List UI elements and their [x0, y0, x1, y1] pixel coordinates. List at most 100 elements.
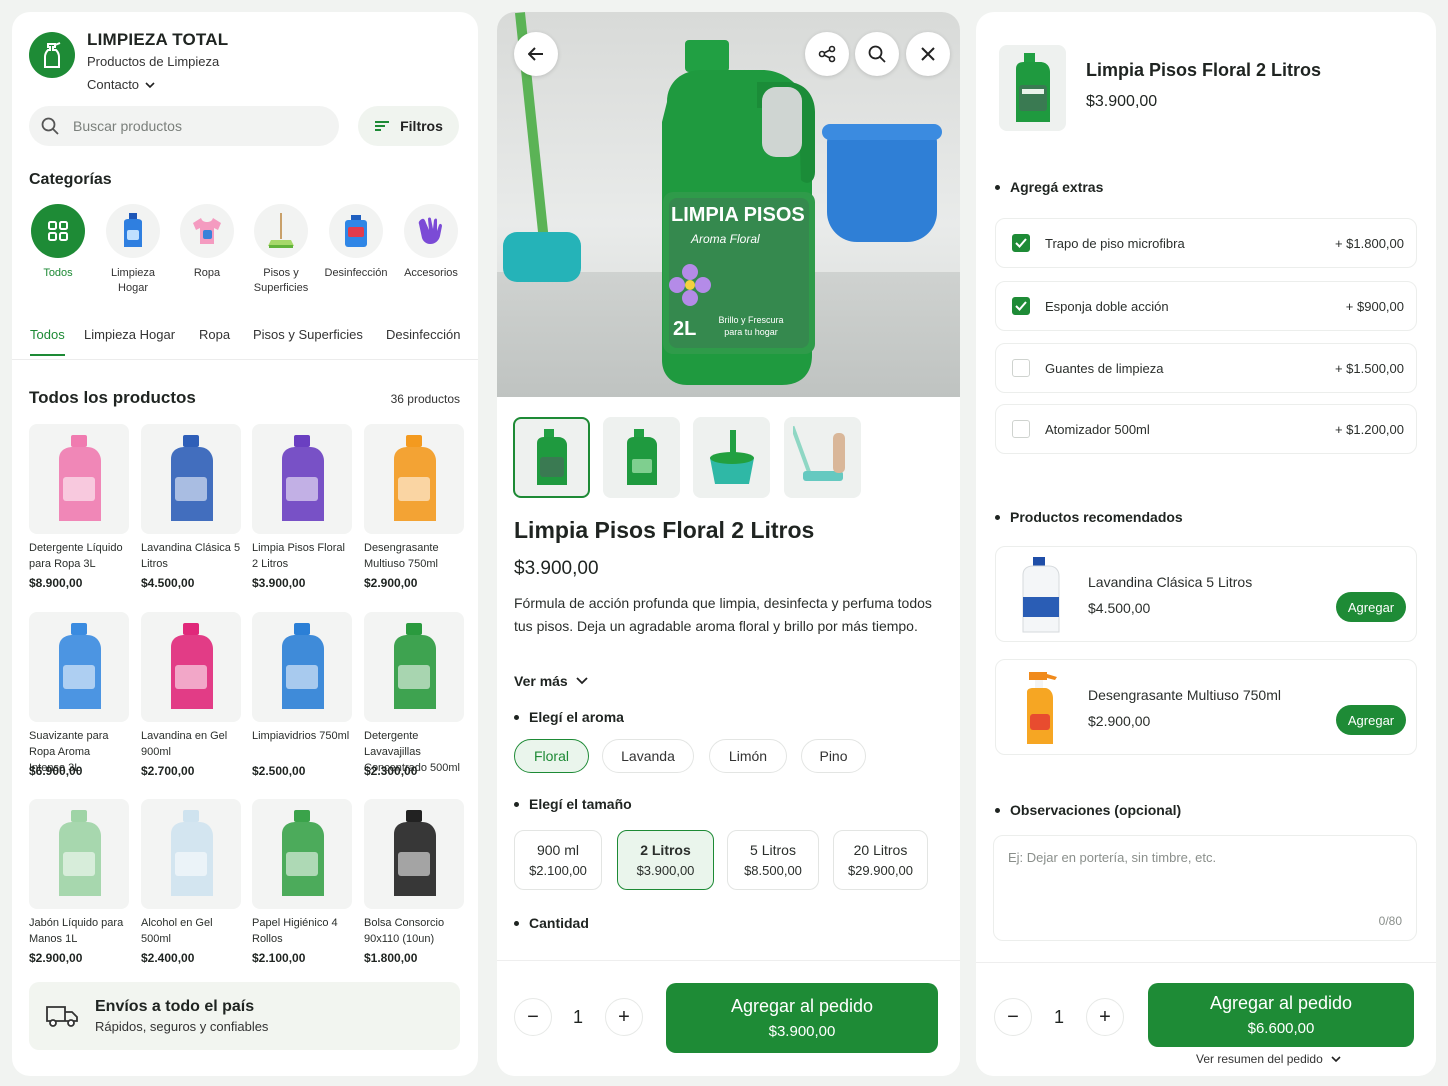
aroma-option-limon[interactable]: Limón — [709, 739, 787, 773]
tab-todos[interactable]: Todos — [30, 327, 65, 356]
search-bar[interactable] — [29, 106, 339, 146]
product-name: Detergente Lavavajillas Concentrado 500m… — [364, 730, 461, 774]
chevron-down-icon — [1331, 1056, 1341, 1062]
category-accesorios[interactable]: Accesorios — [395, 204, 467, 281]
product-name: Bolsa Consorcio 90x110 (10un) — [364, 917, 445, 945]
summary-quantity-decrease-button[interactable]: − — [994, 998, 1032, 1036]
tab-limpieza-hogar[interactable]: Limpieza Hogar — [84, 327, 175, 354]
close-button[interactable] — [906, 32, 950, 76]
thumbnail-1[interactable] — [513, 417, 590, 498]
jug-label-sub: Aroma Floral — [691, 232, 760, 246]
category-desinfeccion[interactable]: Desinfección — [320, 204, 392, 281]
size-label: 2 Litros — [640, 842, 691, 858]
bucket-image — [827, 132, 937, 242]
filters-button[interactable]: Filtros — [358, 106, 459, 146]
thumbnail-4[interactable] — [784, 417, 861, 498]
product-name: Suavizante para Ropa Aroma Intenso 3L — [29, 730, 109, 774]
aroma-option-lavanda[interactable]: Lavanda — [602, 739, 694, 773]
store-name: LIMPIEZA TOTAL — [87, 30, 229, 49]
product-card[interactable]: Limpia Pisos Floral 2 Litros $3.900,00 — [252, 424, 352, 590]
notes-textarea[interactable] — [1008, 850, 1398, 910]
product-card[interactable]: Limpiavidrios 750ml $2.500,00 — [252, 612, 352, 778]
add-to-order-price: $3.900,00 — [768, 1023, 836, 1040]
product-card[interactable]: Jabón Líquido para Manos 1L $2.900,00 — [29, 799, 129, 965]
notes-section-title: Observaciones (opcional) — [995, 802, 1181, 818]
aroma-option-pino[interactable]: Pino — [801, 739, 866, 773]
mop-thumbnail-icon — [792, 425, 845, 481]
product-card[interactable]: Papel Higiénico 4 Rollos $2.100,00 — [252, 799, 352, 965]
extra-name: Esponja doble acción — [1045, 298, 1169, 314]
recommended-name: Lavandina Clásica 5 Litros — [1088, 574, 1253, 590]
disinfectant-icon — [329, 204, 383, 258]
shipping-subtitle: Rápidos, seguros y confiables — [95, 1019, 269, 1034]
product-price: $2.100,00 — [252, 951, 306, 965]
checkbox-checked[interactable] — [1012, 234, 1030, 252]
product-name: Lavandina en Gel 900ml — [141, 730, 228, 758]
close-icon — [921, 47, 935, 61]
contact-dropdown[interactable]: Contacto — [87, 77, 155, 92]
store-logo — [29, 32, 75, 78]
add-recommended-button[interactable]: Agregar — [1336, 592, 1406, 622]
add-to-order-button[interactable]: Agregar al pedido $3.900,00 — [666, 983, 938, 1053]
chevron-down-icon — [576, 677, 588, 685]
checkbox-checked[interactable] — [1012, 297, 1030, 315]
product-name: Desengrasante Multiuso 750ml — [364, 542, 439, 570]
category-ropa[interactable]: Ropa — [171, 204, 243, 281]
notes-field[interactable]: 0/80 — [993, 835, 1417, 941]
search-input[interactable] — [73, 118, 313, 134]
size-price: $8.500,00 — [744, 863, 802, 878]
product-hero-image: LIMPIA PISOS Aroma Floral 2L Brillo y Fr… — [497, 12, 960, 397]
extra-option-atomizador[interactable]: Atomizador 500ml + $1.200,00 — [995, 404, 1417, 454]
thumbnail-2[interactable] — [603, 417, 680, 498]
thumbnail-3[interactable] — [693, 417, 770, 498]
product-card[interactable]: Detergente Lavavajillas Concentrado 500m… — [364, 612, 464, 778]
category-todos[interactable]: Todos — [22, 204, 94, 281]
size-option-20l[interactable]: 20 Litros $29.900,00 — [833, 830, 928, 890]
add-recommended-button[interactable]: Agregar — [1336, 705, 1406, 735]
share-button[interactable] — [805, 32, 849, 76]
see-more-link[interactable]: Ver más — [514, 673, 588, 689]
category-label: Limpieza Hogar — [110, 267, 156, 294]
aroma-option-floral[interactable]: Floral — [514, 739, 589, 773]
quantity-increase-button[interactable]: + — [605, 998, 643, 1036]
product-card[interactable]: Lavandina Clásica 5 Litros $4.500,00 — [141, 424, 241, 590]
tab-desinfeccion[interactable]: Desinfección — [386, 327, 460, 354]
size-option-900ml[interactable]: 900 ml $2.100,00 — [514, 830, 602, 890]
zoom-button[interactable] — [855, 32, 899, 76]
extra-option-trapo[interactable]: Trapo de piso microfibra + $1.800,00 — [995, 218, 1417, 268]
checkbox-unchecked[interactable] — [1012, 359, 1030, 377]
product-image — [141, 612, 241, 722]
product-card[interactable]: Detergente Líquido para Ropa 3L $8.900,00 — [29, 424, 129, 590]
shipping-title: Envíos a todo el país — [95, 998, 255, 1015]
product-card[interactable]: Alcohol en Gel 500ml $2.400,00 — [141, 799, 241, 965]
back-button[interactable] — [514, 32, 558, 76]
extra-price: + $900,00 — [1345, 298, 1404, 314]
order-summary-link[interactable]: Ver resumen del pedido — [1196, 1052, 1341, 1066]
extras-section-title: Agregá extras — [995, 179, 1103, 195]
recommended-price: $4.500,00 — [1088, 600, 1151, 616]
extra-option-esponja[interactable]: Esponja doble acción + $900,00 — [995, 281, 1417, 331]
extra-option-guantes[interactable]: Guantes de limpieza + $1.500,00 — [995, 343, 1417, 393]
product-price: $4.500,00 — [141, 576, 195, 590]
size-price: $3.900,00 — [636, 863, 695, 878]
product-card[interactable]: Desengrasante Multiuso 750ml $2.900,00 — [364, 424, 464, 590]
size-option-5l[interactable]: 5 Litros $8.500,00 — [727, 830, 819, 890]
tab-pisos-superficies[interactable]: Pisos y Superficies — [253, 327, 363, 354]
quantity-decrease-button[interactable]: − — [514, 998, 552, 1036]
product-price: $2.500,00 — [252, 764, 306, 778]
truck-icon — [46, 1006, 78, 1027]
product-card[interactable]: Suavizante para Ropa Aroma Intenso 3L $6.… — [29, 612, 129, 778]
category-limpieza-hogar[interactable]: Limpieza Hogar — [97, 204, 169, 296]
product-card[interactable]: Lavandina en Gel 900ml $2.700,00 — [141, 612, 241, 778]
size-option-2l[interactable]: 2 Litros $3.900,00 — [617, 830, 714, 890]
flower-icon — [669, 264, 711, 306]
category-pisos[interactable]: Pisos y Superficies — [245, 204, 317, 296]
tab-ropa[interactable]: Ropa — [199, 327, 230, 354]
summary-quantity-increase-button[interactable]: + — [1086, 998, 1124, 1036]
product-price: $2.900,00 — [29, 951, 83, 965]
minus-icon: − — [1007, 1005, 1019, 1028]
summary-add-to-order-button[interactable]: Agregar al pedido $6.600,00 — [1148, 983, 1414, 1047]
checkbox-unchecked[interactable] — [1012, 420, 1030, 438]
catalog-panel: LIMPIEZA TOTAL Productos de Limpieza Con… — [12, 12, 478, 1076]
product-card[interactable]: Bolsa Consorcio 90x110 (10un) $1.800,00 — [364, 799, 464, 965]
